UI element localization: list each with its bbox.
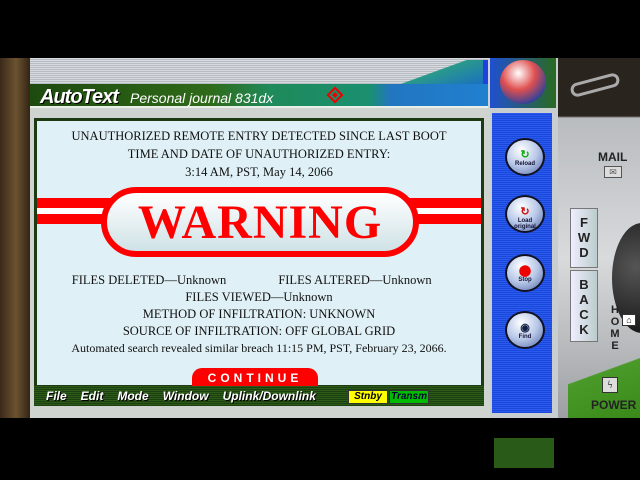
load-original-icon: ↻ — [520, 206, 530, 218]
left-frame — [0, 58, 32, 418]
menu-uplink-downlink[interactable]: Uplink/Downlink — [223, 389, 316, 403]
menu-window[interactable]: Window — [163, 389, 209, 403]
forward-button[interactable]: FWD — [570, 208, 598, 268]
menu-mode[interactable]: Mode — [117, 389, 148, 403]
menu-file[interactable]: File — [46, 389, 67, 403]
top-strip — [30, 58, 488, 84]
autotext-logo: AutoText — [40, 86, 119, 108]
diamond-icon[interactable] — [326, 86, 344, 104]
lightning-icon[interactable]: ϟ — [602, 377, 618, 393]
power-button[interactable]: POWER — [591, 398, 636, 412]
load-original-label: Load original — [514, 218, 536, 230]
quill-globe-icon — [500, 60, 546, 104]
alert-line: UNAUTHORIZED REMOTE ENTRY DETECTED SINCE… — [71, 129, 447, 143]
stop-icon: ⬤ — [518, 265, 532, 277]
logo-box — [490, 58, 556, 108]
reload-icon: ↻ — [520, 149, 530, 161]
source-line: SOURCE OF INFILTRATION: OFF GLOBAL GRID — [122, 324, 396, 338]
paperclip-icon — [569, 71, 621, 99]
stop-label: Stop — [518, 277, 532, 283]
title-bar: AutoText Personal journal 831dx — [30, 84, 488, 108]
load-original-button[interactable]: ↻ Load original — [505, 195, 545, 233]
home-label: HOME — [609, 304, 621, 352]
stop-button[interactable]: ⬤ Stop — [505, 254, 545, 292]
tool-panel: ↻ Reload ↻ Load original ⬤ Stop ◉ Find — [490, 58, 558, 468]
window-subtitle: Personal journal 831dx — [130, 90, 274, 106]
mail-button[interactable]: MAIL — [598, 150, 627, 164]
reload-button[interactable]: ↻ Reload — [505, 138, 545, 176]
house-icon[interactable]: ⌂ — [622, 314, 636, 326]
reload-label: Reload — [514, 161, 535, 167]
standby-button[interactable]: Stnby — [348, 390, 388, 404]
fwd-label: FWD — [576, 215, 592, 260]
blue-panel: ↻ Reload ↻ Load original ⬤ Stop ◉ Find — [492, 113, 554, 468]
continue-button[interactable]: CONTINUE — [192, 368, 318, 388]
back-label: BACK — [576, 277, 592, 337]
method-line: METHOD OF INFILTRATION: UNKNOWN — [142, 307, 376, 321]
eye-icon: ◉ — [520, 322, 530, 334]
panel-footer — [494, 438, 554, 468]
files-viewed: FILES VIEWED—Unknown — [185, 290, 333, 304]
transmit-button[interactable]: Transm — [389, 390, 429, 404]
warning-screen: UNAUTHORIZED REMOTE ENTRY DETECTED SINCE… — [34, 118, 484, 388]
menu-edit[interactable]: Edit — [81, 389, 104, 403]
alert-line: TIME AND DATE OF UNAUTHORIZED ENTRY: — [127, 147, 391, 161]
back-button[interactable]: BACK — [570, 270, 598, 342]
home-button[interactable]: HOME — [608, 304, 621, 356]
search-line: Automated search revealed similar breach… — [71, 341, 447, 355]
find-label: Find — [518, 334, 532, 340]
warning-title: WARNING — [137, 196, 383, 249]
navigation-console: MAIL ✉ FWD BACK HOME ⌂ ϟ POWER — [558, 58, 640, 418]
entry-time: 3:14 AM, PST, May 14, 2066 — [185, 165, 333, 179]
envelope-icon[interactable]: ✉ — [604, 166, 622, 178]
find-button[interactable]: ◉ Find — [505, 311, 545, 349]
swoosh-decoration — [398, 60, 488, 84]
journal-window: AutoText Personal journal 831dx UNAUTHOR… — [30, 58, 490, 418]
